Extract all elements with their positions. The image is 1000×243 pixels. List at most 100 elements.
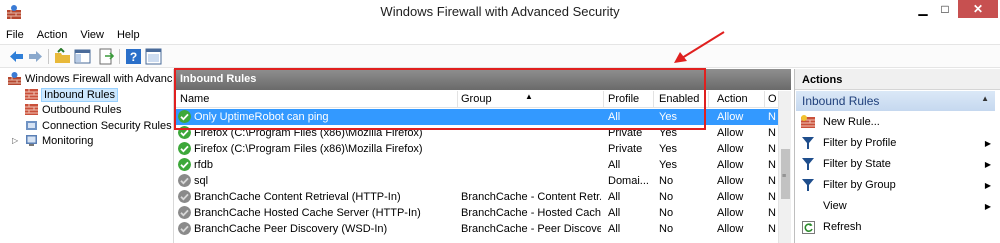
action-label: View — [823, 200, 847, 212]
column-divider[interactable] — [457, 91, 458, 108]
rule-disabled-icon — [178, 190, 191, 203]
sort-ascending-icon: ▲ — [525, 92, 533, 101]
rule-group: BranchCache - Hosted Cach... — [461, 207, 601, 219]
console-tree: Windows Firewall with Advance Inbound Ru… — [0, 69, 172, 243]
rule-override: N — [768, 159, 776, 171]
title-bar: Windows Firewall with Advanced Security … — [0, 0, 1000, 24]
rule-enabled: Yes — [659, 111, 677, 123]
table-row[interactable]: rfdb All Yes Allow N — [174, 157, 778, 173]
filter-icon — [801, 157, 815, 171]
rule-profile: All — [608, 111, 621, 123]
svg-text:?: ? — [130, 50, 137, 64]
rule-enabled: No — [659, 175, 674, 187]
rule-enabled: No — [659, 191, 674, 203]
maximize-button[interactable]: □ — [934, 0, 956, 18]
tree-item-inbound-rules[interactable]: Inbound Rules — [25, 87, 118, 102]
action-label: New Rule... — [823, 116, 880, 128]
rule-name: BranchCache Content Retrieval (HTTP-In) — [194, 191, 401, 203]
rule-enabled-icon — [178, 110, 191, 123]
new-rule-icon — [801, 115, 815, 129]
back-arrow-icon[interactable] — [8, 48, 25, 65]
tree-item-label: Outbound Rules — [42, 103, 122, 116]
actions-section-inbound-rules[interactable]: Inbound Rules ▲ — [796, 91, 995, 111]
rule-action: Allow — [717, 111, 744, 123]
show-hide-console-tree-icon[interactable] — [74, 48, 91, 65]
window-title: Windows Firewall with Advanced Security — [380, 4, 620, 19]
rule-enabled: Yes — [659, 127, 677, 139]
help-icon[interactable]: ? — [125, 48, 142, 65]
rule-profile: All — [608, 207, 621, 219]
minimize-button[interactable]: ▁ — [912, 0, 934, 18]
export-list-icon[interactable] — [98, 48, 115, 65]
tree-item-monitoring[interactable]: Monitoring — [25, 133, 93, 148]
rule-enabled-icon — [178, 142, 191, 155]
action-filter-by-profile[interactable]: Filter by Profile ▶ — [801, 135, 995, 151]
submenu-arrow-icon: ▶ — [984, 138, 991, 148]
table-row[interactable]: BranchCache Content Retrieval (HTTP-In) … — [174, 189, 778, 205]
rule-enabled: No — [659, 223, 674, 235]
properties-icon[interactable] — [145, 48, 162, 65]
column-name[interactable]: Name — [180, 93, 209, 105]
rule-action: Allow — [717, 143, 744, 155]
table-row[interactable]: Firefox (C:\Program Files (x86)\Mozilla … — [174, 141, 778, 157]
column-enabled[interactable]: Enabled — [659, 93, 699, 105]
column-profile[interactable]: Profile — [608, 93, 639, 105]
action-filter-by-state[interactable]: Filter by State ▶ — [801, 156, 995, 172]
rule-override: N — [768, 175, 776, 187]
action-new-rule[interactable]: New Rule... — [801, 114, 995, 130]
rule-profile: All — [608, 223, 621, 235]
table-row[interactable]: sql Domai... No Allow N — [174, 173, 778, 189]
firewall-icon — [8, 72, 21, 85]
menu-view[interactable]: View — [80, 29, 104, 41]
menu-action[interactable]: Action — [37, 29, 68, 41]
rule-override: N — [768, 111, 776, 123]
action-refresh[interactable]: Refresh — [801, 219, 995, 235]
table-row[interactable]: BranchCache Peer Discovery (WSD-In) Bran… — [174, 221, 778, 237]
vertical-scrollbar[interactable]: ≡ — [778, 91, 791, 243]
monitoring-icon — [26, 135, 37, 146]
tree-item-outbound-rules[interactable]: Outbound Rules — [25, 102, 122, 117]
actions-title: Actions — [795, 69, 1000, 90]
rule-action: Allow — [717, 223, 744, 235]
rule-enabled: Yes — [659, 159, 677, 171]
menu-help[interactable]: Help — [117, 29, 140, 41]
column-divider[interactable] — [653, 91, 654, 108]
rule-action: Allow — [717, 159, 744, 171]
rule-name: Firefox (C:\Program Files (x86)\Mozilla … — [194, 143, 423, 155]
submenu-arrow-icon: ▶ — [984, 201, 991, 211]
forward-arrow-icon[interactable] — [27, 48, 44, 65]
column-divider[interactable] — [764, 91, 765, 108]
column-divider[interactable] — [708, 91, 709, 108]
action-filter-by-group[interactable]: Filter by Group ▶ — [801, 177, 995, 193]
tree-root[interactable]: Windows Firewall with Advance — [8, 71, 172, 86]
menu-file[interactable]: File — [6, 29, 24, 41]
rule-override: N — [768, 207, 776, 219]
toolbar: ? — [0, 44, 1000, 68]
rule-profile: Private — [608, 143, 643, 155]
rule-profile: All — [608, 191, 621, 203]
rule-override: N — [768, 143, 776, 155]
table-row[interactable]: BranchCache Hosted Cache Server (HTTP-In… — [174, 205, 778, 221]
column-group[interactable]: Group — [461, 93, 492, 105]
rules-pane: Inbound Rules Name Group ▲ Profile Enabl… — [173, 69, 791, 243]
action-label: Refresh — [823, 221, 862, 233]
filter-icon — [801, 178, 815, 192]
column-divider[interactable] — [603, 91, 604, 108]
tree-root-label: Windows Firewall with Advance — [25, 72, 172, 85]
rule-name: rfdb — [194, 159, 213, 171]
column-override[interactable]: O — [768, 93, 777, 105]
action-view[interactable]: View ▶ — [801, 198, 995, 214]
rule-override: N — [768, 223, 776, 235]
monitoring-expander[interactable]: ▷ — [12, 136, 18, 145]
refresh-icon — [801, 220, 815, 234]
column-action[interactable]: Action — [717, 93, 748, 105]
rule-action: Allow — [717, 175, 744, 187]
close-button[interactable]: ✕ — [958, 0, 998, 18]
rule-profile: All — [608, 159, 621, 171]
collapse-arrow-icon[interactable]: ▲ — [981, 94, 989, 103]
table-row[interactable]: Only UptimeRobot can ping All Yes Allow … — [174, 109, 778, 125]
rule-name: Only UptimeRobot can ping — [194, 111, 329, 123]
tree-item-connection-security-rules[interactable]: Connection Security Rules — [25, 118, 172, 133]
table-row[interactable]: Firefox (C:\Program Files (x86)\Mozilla … — [174, 125, 778, 141]
up-folder-icon[interactable] — [54, 48, 71, 65]
